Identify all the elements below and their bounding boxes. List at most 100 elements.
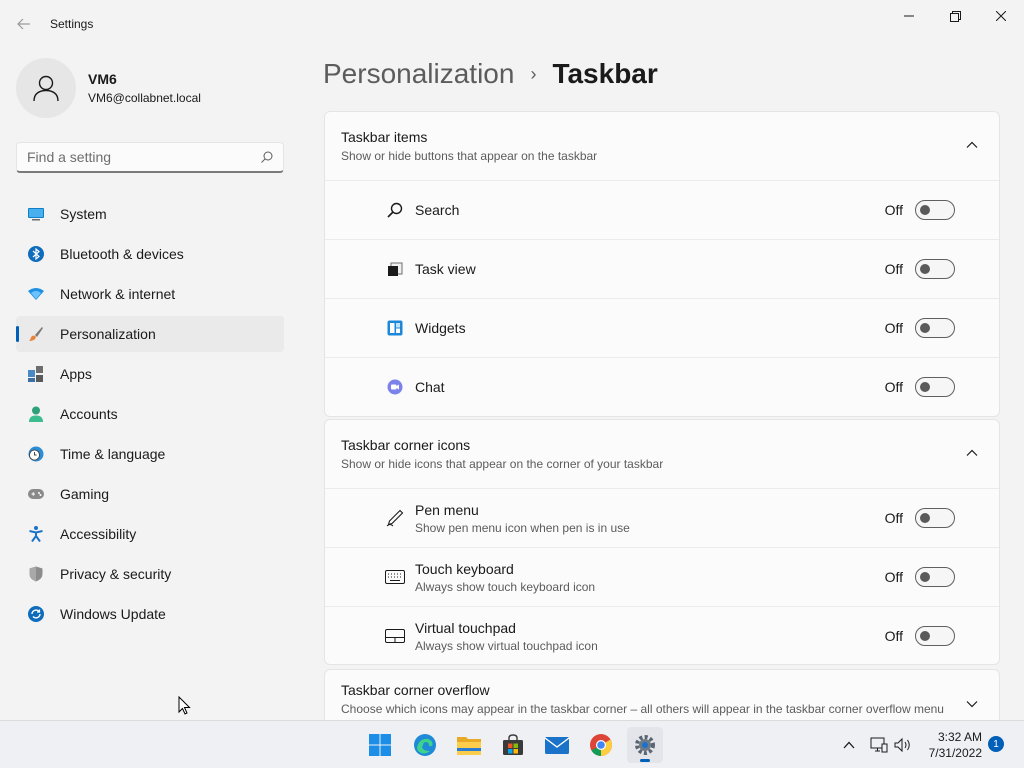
corner-icons-section: Taskbar corner icons Show or hide icons … (324, 419, 1000, 665)
touch-keyboard-toggle[interactable] (915, 567, 955, 587)
section-title: Taskbar corner overflow (341, 682, 490, 698)
sidebar-item-windows-update[interactable]: Windows Update (16, 596, 284, 632)
setting-row-pen-menu: Pen menu Show pen menu icon when pen is … (325, 488, 999, 547)
monitor-icon (28, 206, 44, 222)
brush-icon (28, 326, 44, 342)
avatar (16, 58, 76, 118)
taskbar-edge[interactable] (407, 727, 443, 763)
clock-globe-icon (28, 446, 44, 462)
sidebar-item-label: Privacy & security (60, 566, 172, 582)
corner-overflow-section[interactable]: Taskbar corner overflow Choose which ico… (324, 669, 1000, 720)
taskbar-items-header[interactable]: Taskbar items Show or hide buttons that … (325, 112, 999, 180)
task-view-icon (385, 259, 405, 279)
volume-icon[interactable] (894, 737, 912, 753)
breadcrumb-separator: › (530, 63, 537, 84)
setting-label: Virtual touchpad (415, 619, 516, 636)
sidebar-item-accessibility[interactable]: Accessibility (16, 516, 284, 552)
taskbar-mail[interactable] (539, 727, 575, 763)
minimize-button[interactable] (886, 4, 932, 28)
virtual-touchpad-toggle[interactable] (915, 626, 955, 646)
chevron-down-icon[interactable] (965, 697, 979, 711)
close-icon (996, 11, 1006, 21)
pen-menu-toggle[interactable] (915, 508, 955, 528)
person-icon (28, 406, 44, 422)
mail-icon (544, 737, 570, 754)
taskbar-chrome[interactable] (583, 727, 619, 763)
bluetooth-icon (28, 246, 44, 262)
sidebar-item-label: System (60, 206, 107, 222)
toggle-state-label: Off (884, 320, 903, 336)
chevron-up-icon[interactable] (965, 446, 979, 460)
user-profile[interactable]: VM6 VM6@collabnet.local (16, 58, 201, 118)
settings-icon (635, 735, 655, 755)
chat-icon (385, 377, 405, 397)
store-icon (503, 734, 523, 755)
sidebar-item-time-language[interactable]: Time & language (16, 436, 284, 472)
corner-overflow-header[interactable]: Taskbar corner overflow Choose which ico… (325, 670, 999, 720)
close-button[interactable] (978, 4, 1024, 28)
back-arrow-icon (17, 18, 30, 30)
setting-row-touch-keyboard: Touch keyboard Always show touch keyboar… (325, 547, 999, 606)
wifi-icon (28, 286, 44, 302)
edge-icon (414, 734, 436, 756)
chevron-up-icon[interactable] (965, 138, 979, 152)
taskbar-store[interactable] (495, 727, 531, 763)
setting-row-search: Search Off (325, 180, 999, 239)
keyboard-icon (385, 567, 405, 587)
taskbar-clock[interactable]: 3:32 AM 7/31/2022 (924, 729, 982, 761)
start-icon (369, 734, 391, 756)
taskbar-items-section: Taskbar items Show or hide buttons that … (324, 111, 1000, 417)
search-input[interactable] (27, 149, 261, 165)
sidebar-item-apps[interactable]: Apps (16, 356, 284, 392)
setting-label: Widgets (415, 320, 466, 336)
sidebar-item-label: Accessibility (60, 526, 137, 542)
maximize-button[interactable] (932, 4, 978, 28)
sidebar-item-system[interactable]: System (16, 196, 284, 232)
widgets-icon (385, 318, 405, 338)
sidebar-item-label: Apps (60, 366, 92, 382)
task-view-toggle[interactable] (915, 259, 955, 279)
setting-row-virtual-touchpad: Virtual touchpad Always show virtual tou… (325, 606, 999, 665)
section-subtitle: Show or hide icons that appear on the co… (341, 457, 664, 471)
section-title: Taskbar corner icons (341, 437, 471, 453)
sidebar-nav: System Bluetooth & devices Network & int… (16, 196, 284, 636)
taskbar-settings[interactable] (627, 727, 663, 763)
sidebar-item-label: Time & language (60, 446, 166, 462)
search-icon[interactable] (261, 151, 273, 163)
sidebar-item-gaming[interactable]: Gaming (16, 476, 284, 512)
update-icon (28, 606, 44, 622)
taskbar-file-explorer[interactable] (451, 727, 487, 763)
title-bar: Settings (0, 0, 1024, 48)
toggle-state-label: Off (884, 569, 903, 585)
chevron-up-icon[interactable] (842, 738, 856, 752)
system-tray (842, 721, 912, 768)
notification-badge[interactable]: 1 (988, 736, 1004, 752)
sidebar-item-network[interactable]: Network & internet (16, 276, 284, 312)
search-icon (385, 200, 405, 220)
sidebar-item-label: Accounts (60, 406, 118, 422)
touchpad-icon (385, 626, 405, 646)
start-button[interactable] (362, 727, 398, 763)
sidebar-item-label: Personalization (60, 326, 156, 342)
sidebar-item-accounts[interactable]: Accounts (16, 396, 284, 432)
user-name: VM6 (88, 71, 117, 87)
setting-label: Chat (415, 379, 445, 395)
person-icon (33, 75, 59, 102)
corner-icons-header[interactable]: Taskbar corner icons Show or hide icons … (325, 420, 999, 488)
sidebar-item-bluetooth[interactable]: Bluetooth & devices (16, 236, 284, 272)
toggle-state-label: Off (884, 261, 903, 277)
search-toggle[interactable] (915, 200, 955, 220)
clock-date: 7/31/2022 (928, 746, 982, 760)
sidebar-item-privacy[interactable]: Privacy & security (16, 556, 284, 592)
breadcrumb-parent[interactable]: Personalization (323, 58, 514, 90)
setting-row-chat: Chat Off (325, 357, 999, 416)
toggle-state-label: Off (884, 628, 903, 644)
minimize-icon (904, 15, 914, 17)
back-button[interactable] (12, 12, 36, 36)
apps-icon (28, 366, 44, 382)
chat-toggle[interactable] (915, 377, 955, 397)
section-subtitle: Choose which icons may appear in the tas… (341, 702, 944, 716)
widgets-toggle[interactable] (915, 318, 955, 338)
sidebar-item-personalization[interactable]: Personalization (16, 316, 284, 352)
network-icon[interactable] (870, 737, 888, 753)
